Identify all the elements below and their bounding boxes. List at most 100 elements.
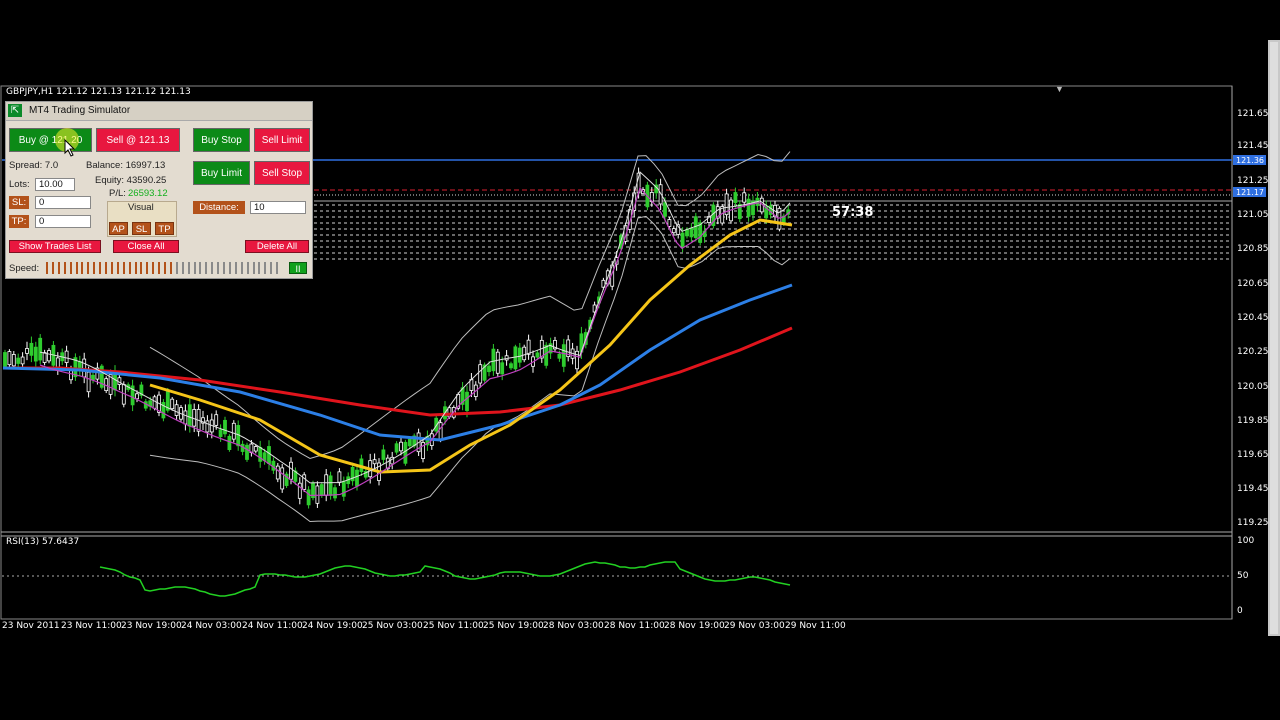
mt4-chart-window: 121.36 121.17 57:38 ▼ GBPJPY,H1 121.12 1…	[0, 0, 1280, 720]
sell-button[interactable]: Sell @ 121.13	[96, 128, 180, 152]
visual-tp-button[interactable]: TP	[155, 222, 174, 235]
speed-tick	[152, 262, 155, 274]
price-label: 119.85	[1237, 416, 1269, 426]
visual-ap-button[interactable]: AP	[109, 222, 128, 235]
candle-body	[557, 353, 562, 359]
price-label: 120.45	[1237, 313, 1269, 323]
price-label: 119.25	[1237, 518, 1269, 528]
candle-body	[680, 232, 685, 247]
candle-body	[742, 192, 747, 203]
candle-body	[82, 358, 87, 378]
speed-tick	[134, 262, 137, 274]
speed-tick	[63, 262, 66, 274]
lots-input[interactable]: 10.00	[35, 178, 75, 191]
buy-limit-button[interactable]: Buy Limit	[193, 161, 250, 185]
speed-label: Speed:	[9, 263, 40, 274]
speed-slider[interactable]	[46, 262, 282, 274]
time-label: 25 Nov 19:00	[483, 621, 544, 631]
speed-tick	[234, 262, 237, 274]
mouse-pointer-icon	[64, 139, 76, 157]
candle-body	[399, 441, 403, 452]
candle-body	[487, 365, 491, 373]
time-label: 25 Nov 11:00	[423, 621, 484, 631]
price-label: 121.65	[1237, 109, 1269, 119]
price-label: 120.65	[1237, 279, 1269, 289]
time-label: 28 Nov 03:00	[543, 621, 604, 631]
candle-body	[733, 192, 738, 204]
candle-body	[245, 444, 249, 460]
price-label: 120.85	[1237, 244, 1269, 254]
visual-sl-button[interactable]: SL	[132, 222, 151, 235]
speed-tick	[258, 262, 261, 274]
candle-body	[20, 356, 25, 365]
delete-all-button[interactable]: Delete All	[245, 240, 309, 253]
candle-body	[561, 344, 566, 367]
tp-input[interactable]: 0	[35, 215, 91, 228]
candle-body	[491, 348, 496, 372]
collapse-arrow-icon[interactable]: ⇱	[8, 104, 22, 117]
sl-label: SL:	[9, 196, 29, 209]
speed-tick	[169, 262, 172, 274]
speed-tick	[140, 262, 143, 274]
price-label: 121.25	[1237, 176, 1269, 186]
sell-limit-button[interactable]: Sell Limit	[254, 128, 310, 152]
distance-input[interactable]: 10	[250, 201, 306, 214]
rsi-header: RSI(13) 57.6437	[6, 537, 80, 547]
candle-body	[689, 227, 694, 238]
candle-body	[355, 469, 359, 487]
candle-body	[517, 347, 522, 363]
candle-body	[214, 414, 219, 426]
speed-tick	[246, 262, 249, 274]
price-label: 120.05	[1237, 382, 1269, 392]
candle-body	[16, 357, 21, 364]
blue-price-tag-text: 121.36	[1236, 156, 1264, 165]
show-trades-list-button[interactable]: Show Trades List	[9, 240, 101, 253]
candle-body	[513, 346, 518, 370]
speed-tick	[228, 262, 231, 274]
speed-tick	[264, 262, 267, 274]
candle-body	[544, 344, 549, 366]
speed-tick	[128, 262, 131, 274]
speed-tick	[116, 262, 119, 274]
pause-button[interactable]: II	[289, 262, 307, 274]
candle-body	[29, 342, 34, 356]
pl-value: 26593.12	[128, 188, 168, 199]
candle-body	[258, 446, 263, 462]
sell-stop-button[interactable]: Sell Stop	[254, 161, 310, 185]
buy-stop-button[interactable]: Buy Stop	[193, 128, 250, 152]
rsi-axis-label: 100	[1237, 536, 1255, 546]
buy-button[interactable]: Buy @ 121.20	[9, 128, 92, 152]
candle-body	[3, 352, 7, 368]
shift-marker-icon[interactable]: ▼	[1055, 84, 1064, 94]
time-label: 24 Nov 03:00	[181, 621, 242, 631]
speed-tick	[223, 262, 225, 274]
speed-tick	[240, 262, 243, 274]
candle-body	[306, 489, 311, 506]
candle-body	[174, 404, 179, 416]
speed-tick	[51, 262, 54, 274]
close-all-button[interactable]: Close All	[113, 240, 179, 253]
speed-tick	[46, 262, 48, 274]
speed-tick	[205, 262, 208, 274]
red-price-tag-text: 121.17	[1236, 188, 1264, 197]
candle-body	[663, 202, 667, 217]
speed-tick	[211, 262, 214, 274]
candle-body	[407, 438, 412, 447]
time-label: 25 Nov 03:00	[362, 621, 423, 631]
panel-title-bar[interactable]: ⇱ MT4 Trading Simulator	[6, 102, 312, 121]
candle-body	[671, 228, 676, 234]
pl-label: P/L:	[109, 188, 126, 199]
candle-body	[267, 446, 271, 464]
candle-body	[289, 461, 293, 480]
candle-body	[746, 198, 751, 217]
rsi-axis-label: 50	[1237, 571, 1249, 581]
speed-tick	[193, 262, 196, 274]
candle-body	[698, 222, 703, 243]
time-label: 23 Nov 19:00	[121, 621, 182, 631]
balance-text: Balance: 16997.13	[86, 160, 166, 171]
speed-tick	[110, 262, 113, 274]
rsi-axis-label: 0	[1237, 606, 1243, 616]
candle-body	[535, 352, 540, 358]
sl-input[interactable]: 0	[35, 196, 91, 209]
candle-body	[333, 487, 337, 499]
